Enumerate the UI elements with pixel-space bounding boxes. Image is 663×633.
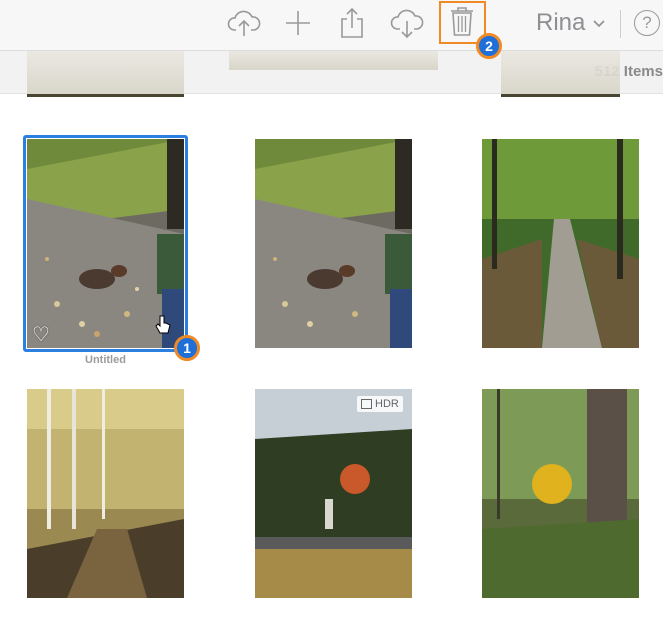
- photo-caption: Untitled: [85, 354, 126, 366]
- user-menu[interactable]: Rina: [536, 8, 605, 38]
- pointer-cursor-icon: [155, 315, 171, 341]
- chevron-down-icon: [593, 15, 605, 31]
- step-badge-1: 1: [174, 335, 200, 361]
- hdr-badge: HDR: [357, 396, 403, 412]
- user-name: Rina: [536, 9, 586, 36]
- step-badge-2: 2: [476, 33, 502, 59]
- heart-outline-icon[interactable]: ♡: [32, 322, 50, 347]
- add-icon[interactable]: [281, 6, 315, 40]
- help-icon[interactable]: ?: [634, 10, 660, 36]
- photo-edge: [27, 94, 184, 97]
- hdr-icon: [361, 399, 372, 409]
- upload-icon[interactable]: [227, 6, 261, 40]
- photo-thumbnail[interactable]: [482, 139, 639, 348]
- hdr-label: HDR: [375, 398, 399, 410]
- photo-edge: [501, 94, 620, 97]
- photo-thumbnail-partial[interactable]: [501, 51, 620, 97]
- photo-thumbnail[interactable]: [27, 389, 184, 598]
- help-label: ?: [642, 13, 652, 32]
- share-icon[interactable]: [335, 6, 369, 40]
- toolbar-divider: [620, 10, 621, 38]
- photo-thumbnail-partial[interactable]: [229, 51, 438, 70]
- photo-thumbnail[interactable]: [255, 389, 412, 598]
- photo-thumbnail[interactable]: [482, 389, 639, 598]
- photo-thumbnail-partial[interactable]: [27, 51, 184, 97]
- download-icon[interactable]: [390, 6, 424, 40]
- toolbar: Rina ?: [0, 0, 663, 51]
- photo-thumbnail[interactable]: [255, 139, 412, 348]
